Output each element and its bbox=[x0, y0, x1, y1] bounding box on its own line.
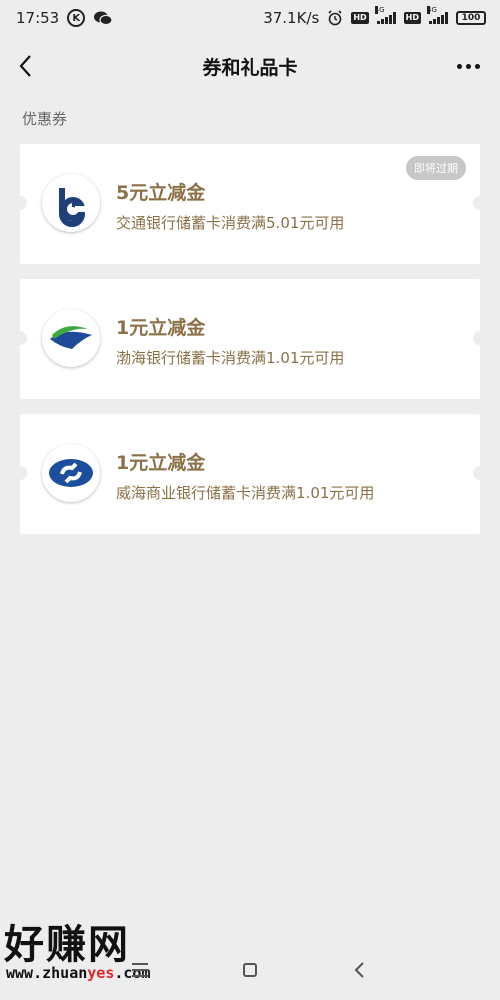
signal-icon-2: 4G bbox=[427, 6, 448, 24]
battery-icon: 100 bbox=[456, 11, 486, 25]
coupon-title: 1元立减金 bbox=[116, 317, 206, 339]
chevron-left-icon bbox=[354, 962, 364, 978]
coupon-card[interactable]: 5元立减金 交通银行储蓄卡消费满5.01元可用 即将过期 bbox=[13, 144, 487, 264]
chevron-left-icon bbox=[19, 55, 31, 77]
page-title: 券和礼品卡 bbox=[202, 56, 298, 79]
k-app-icon: K bbox=[67, 9, 86, 27]
signal-icon-1: 4G bbox=[374, 6, 396, 24]
bohai-bank-logo-icon bbox=[42, 309, 100, 367]
square-home-icon bbox=[243, 963, 257, 977]
weihai-bank-logo-icon bbox=[42, 444, 100, 502]
network-speed: 37.1K/s bbox=[263, 9, 320, 27]
status-time: 17:53 bbox=[16, 9, 60, 27]
coupon-description: 交通银行储蓄卡消费满5.01元可用 bbox=[116, 214, 345, 232]
system-back-button[interactable] bbox=[345, 955, 375, 985]
recent-apps-button[interactable] bbox=[125, 955, 155, 985]
status-bar: 17:53 K 37.1K/s HD 4G HD 4G 100 bbox=[0, 0, 500, 36]
more-dot-icon bbox=[466, 64, 471, 69]
alarm-icon bbox=[328, 10, 342, 26]
more-dot-icon bbox=[475, 64, 480, 69]
more-dot-icon bbox=[457, 64, 462, 69]
top-nav-bar: 券和礼品卡 bbox=[0, 36, 500, 96]
coupon-card[interactable]: 1元立减金 威海商业银行储蓄卡消费满1.01元可用 bbox=[13, 414, 487, 534]
signal-4g-label-2: 4G bbox=[427, 6, 437, 14]
coupon-description: 威海商业银行储蓄卡消费满1.01元可用 bbox=[116, 484, 375, 502]
coupon-card[interactable]: 1元立减金 渤海银行储蓄卡消费满1.01元可用 bbox=[13, 279, 487, 399]
more-options-button[interactable] bbox=[457, 64, 480, 69]
menu-lines-icon bbox=[132, 963, 148, 977]
section-label-coupons: 优惠券 bbox=[22, 110, 68, 128]
back-button[interactable] bbox=[14, 52, 42, 80]
home-button[interactable] bbox=[235, 955, 265, 985]
coupon-description: 渤海银行储蓄卡消费满1.01元可用 bbox=[116, 349, 345, 367]
hd-badge-2: HD bbox=[403, 12, 421, 24]
system-nav-bar bbox=[0, 940, 500, 1000]
coupon-title: 1元立减金 bbox=[116, 452, 206, 474]
coupon-title: 5元立减金 bbox=[116, 182, 206, 204]
hd-badge-1: HD bbox=[351, 12, 369, 24]
status-bar-left: 17:53 K bbox=[16, 9, 113, 27]
status-bar-right: 37.1K/s HD 4G HD 4G 100 bbox=[263, 6, 486, 27]
bocom-logo-icon bbox=[42, 174, 100, 232]
expiring-soon-badge: 即将过期 bbox=[406, 156, 466, 180]
signal-4g-label-1: 4G bbox=[374, 6, 385, 14]
wechat-icon bbox=[94, 11, 113, 26]
